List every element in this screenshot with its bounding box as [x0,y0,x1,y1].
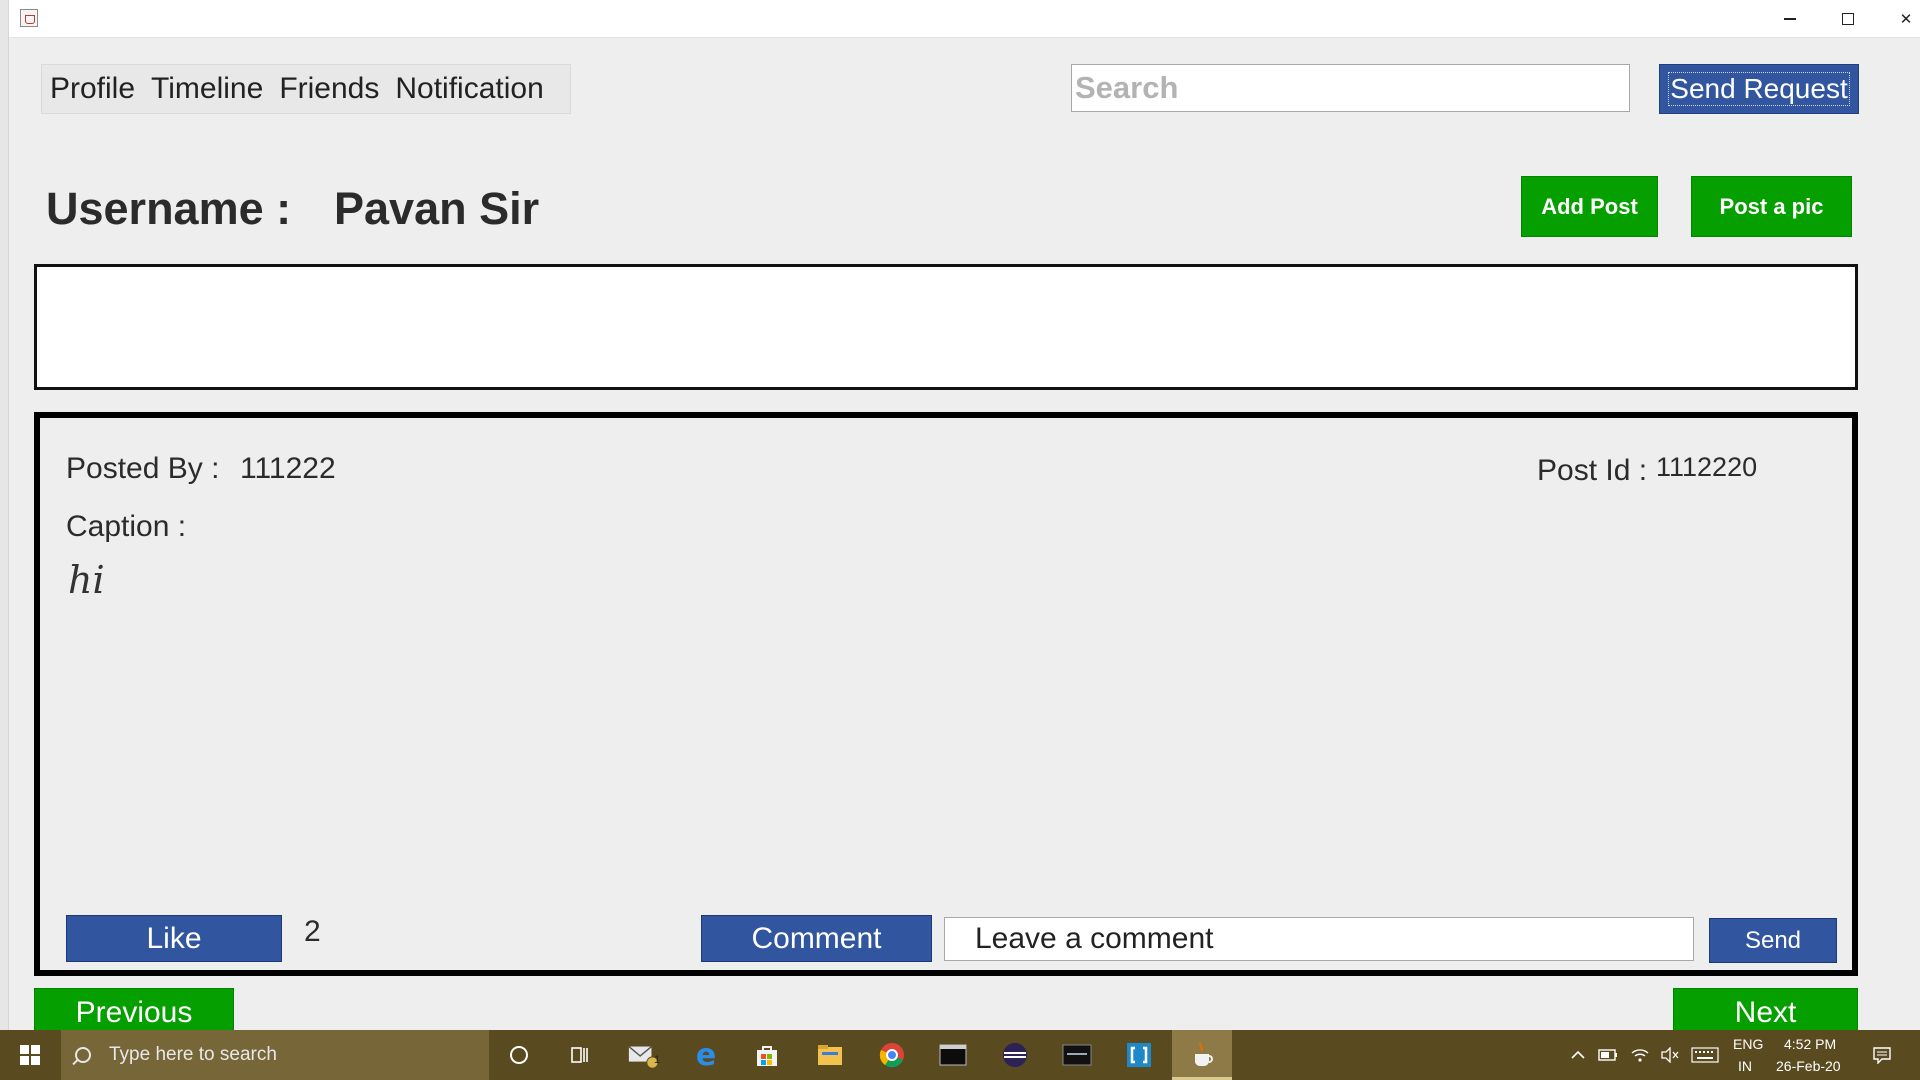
app-window: ✕ Profile Timeline Friends Notification … [0,0,1920,1030]
language-indicator-top[interactable]: ENG [1733,1036,1763,1052]
add-post-button[interactable]: Add Post [1521,176,1658,237]
clock-date[interactable]: 26-Feb-20 [1776,1058,1841,1074]
next-button[interactable]: Next [1673,988,1858,1030]
menu-friends[interactable]: Friends [279,72,379,106]
cortana-icon[interactable] [503,1039,535,1071]
send-request-button[interactable]: Send Request [1659,64,1859,114]
taskbar-search-placeholder: Type here to search [109,1044,277,1065]
keyboard-icon[interactable] [1688,1039,1722,1071]
close-icon: ✕ [1899,10,1913,28]
java-app-icon [20,9,38,27]
maximize-button[interactable] [1819,0,1877,38]
posted-by-label: Posted By : [66,452,220,485]
eclipse-icon[interactable] [999,1039,1031,1071]
mail-icon[interactable]: 1 [627,1039,661,1071]
language-indicator-bottom[interactable]: IN [1738,1058,1752,1074]
post-id-label: Post Id : [1537,454,1648,487]
notification-center-icon[interactable] [1866,1039,1898,1071]
bracket-app-icon[interactable] [1123,1039,1155,1071]
battery-icon[interactable] [1594,1039,1622,1071]
post-card: Posted By : 111222 Post Id : 1112220 Cap… [34,412,1858,976]
posted-by-value: 111222 [240,452,336,485]
volume-muted-icon[interactable] [1656,1039,1684,1071]
menu-timeline[interactable]: Timeline [151,72,263,106]
taskbar-search-box[interactable]: Type here to search [61,1030,489,1080]
taskbar: Type here to search 1 e ENG IN 4:52 PM 2… [0,1030,1920,1080]
post-a-pic-button[interactable]: Post a pic [1691,176,1852,237]
like-count: 2 [304,915,321,948]
java-app-taskbar-button[interactable] [1172,1030,1232,1080]
minimize-button[interactable] [1761,0,1819,38]
start-button[interactable] [0,1030,60,1080]
new-post-textarea[interactable] [34,264,1858,390]
terminal-icon[interactable] [937,1039,969,1071]
post-id-value: 1112220 [1656,452,1758,482]
edge-icon[interactable]: e [690,1038,722,1073]
mysql-icon[interactable] [1061,1039,1093,1071]
tray-chevron-up-icon[interactable] [1562,1039,1594,1071]
clock-time[interactable]: 4:52 PM [1784,1036,1836,1052]
chrome-icon[interactable] [876,1039,908,1071]
mail-badge: 1 [654,1054,661,1066]
windows-start-icon [20,1045,40,1065]
menu-notification[interactable]: Notification [395,72,543,106]
like-button[interactable]: Like [66,915,282,962]
menu-bar: Profile Timeline Friends Notification [41,64,571,114]
minimize-icon [1784,18,1796,20]
send-comment-button[interactable]: Send [1709,918,1837,963]
close-button[interactable]: ✕ [1877,0,1920,38]
file-explorer-icon[interactable] [814,1039,846,1071]
wifi-icon[interactable] [1626,1039,1654,1071]
title-bar[interactable]: ✕ [9,0,1920,38]
comment-button[interactable]: Comment [701,915,932,962]
comment-input[interactable] [944,917,1694,961]
menu-profile[interactable]: Profile [50,72,135,106]
caption-text: hi [68,558,105,602]
caption-label: Caption : [66,510,187,543]
username-label: Username : [46,183,292,234]
store-icon[interactable] [751,1039,783,1071]
send-request-label: Send Request [1668,72,1850,106]
maximize-icon [1842,13,1854,25]
search-icon [75,1047,91,1063]
window-left-edge [0,0,9,1030]
task-view-icon[interactable] [564,1039,596,1071]
username-value: Pavan Sir [334,183,540,234]
previous-button[interactable]: Previous [34,988,234,1030]
search-input[interactable] [1071,64,1630,112]
